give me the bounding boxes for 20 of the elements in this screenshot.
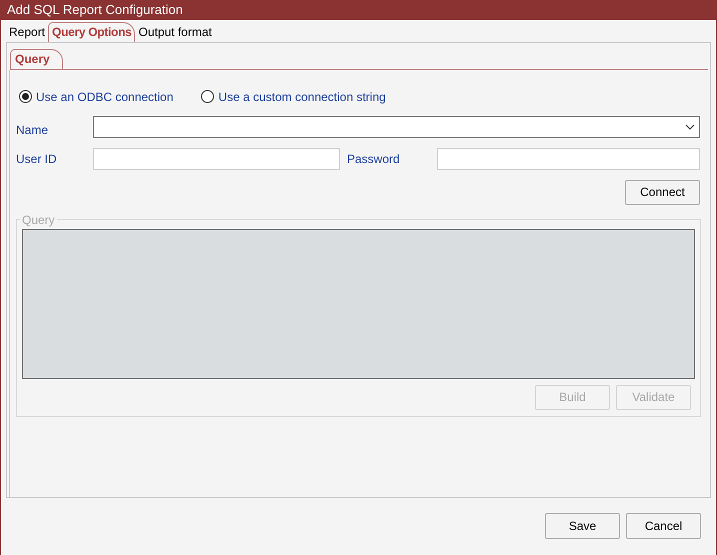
- radio-button[interactable]: [201, 90, 214, 103]
- window-title: Add SQL Report Configuration: [6, 1, 184, 19]
- field-label: User ID: [16, 150, 58, 168]
- radio-option[interactable]: Use a custom connection string: [201, 88, 386, 106]
- tab[interactable]: Query: [10, 48, 63, 68]
- tab[interactable]: Report: [6, 22, 48, 42]
- user-id-field[interactable]: [93, 148, 340, 170]
- tab[interactable]: Output format: [135, 22, 215, 42]
- radio-option[interactable]: Use an ODBC connection: [19, 88, 174, 106]
- button[interactable]: Connect: [625, 180, 700, 204]
- name-dropdown[interactable]: [93, 116, 700, 138]
- button[interactable]: Cancel: [626, 513, 701, 539]
- password-field[interactable]: [437, 148, 700, 170]
- chevron-down-icon: [685, 124, 695, 130]
- field-label: Name: [16, 122, 50, 138]
- button[interactable]: Save: [545, 513, 620, 539]
- group-title: Query: [21, 212, 56, 228]
- tab[interactable]: Query Options: [48, 22, 136, 42]
- radio-button[interactable]: [19, 90, 32, 103]
- field-label: Password: [346, 150, 401, 168]
